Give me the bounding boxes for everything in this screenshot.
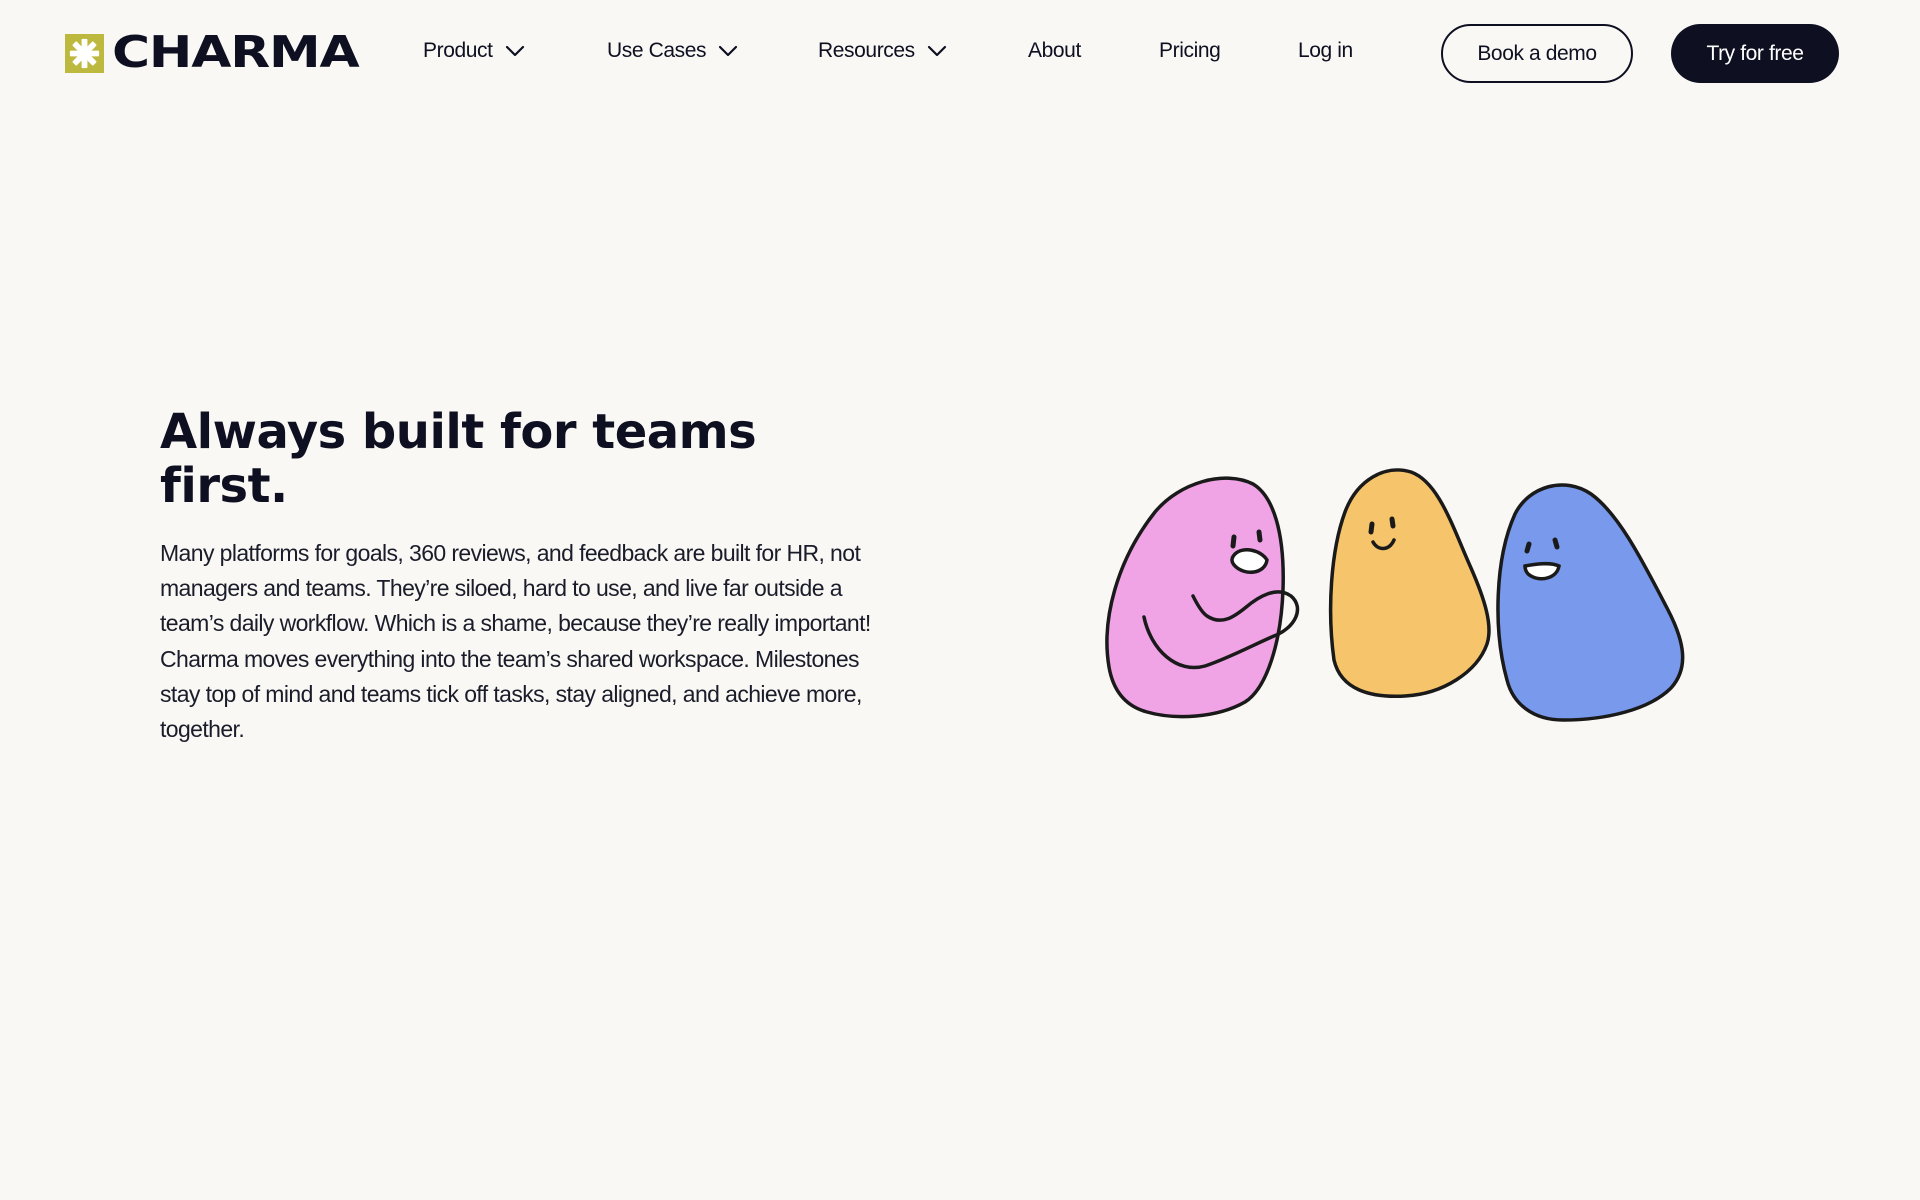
charma-star-logo-icon [65,33,104,73]
nav-product[interactable]: Product [423,36,527,66]
pink-character [1105,476,1300,719]
team-characters-illustration [1105,468,1685,722]
nav-resources-label: Resources [818,39,915,62]
nav-about[interactable]: About [1028,36,1081,66]
blue-character [1496,483,1685,722]
try-free-button[interactable]: Try for free [1671,24,1839,83]
nav-pricing[interactable]: Pricing [1159,36,1221,66]
brand-name: CHARMA [112,27,360,78]
nav-login[interactable]: Log in [1298,36,1353,66]
nav-use-cases-label: Use Cases [607,39,707,62]
chevron-down-icon [505,45,524,57]
nav-product-label: Product [423,39,493,62]
book-demo-button[interactable]: Book a demo [1441,24,1633,83]
yellow-character [1328,468,1491,699]
chevron-down-icon [719,45,738,57]
nav-use-cases[interactable]: Use Cases [607,36,740,66]
nav-resources[interactable]: Resources [818,36,949,66]
hero-body: Many platforms for goals, 360 reviews, a… [160,540,871,743]
hero-title: Always built for teams first. [160,404,757,514]
site-header: CHARMA Product Use Cases Resources About… [0,0,1920,106]
charma-logo[interactable]: CHARMA [65,31,360,75]
chevron-down-icon [927,45,946,57]
